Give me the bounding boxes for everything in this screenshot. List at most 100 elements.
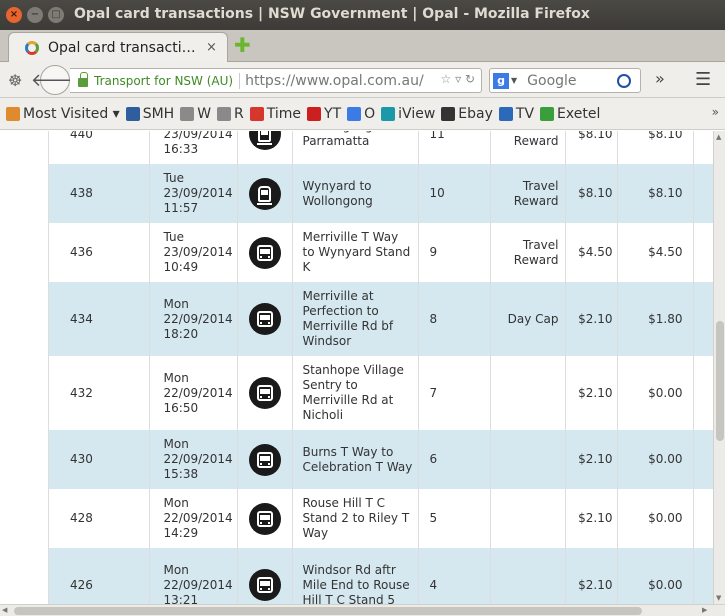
horizontal-scroll-thumb[interactable] xyxy=(14,607,642,615)
search-input[interactable] xyxy=(527,72,614,89)
bookmarks-overflow-icon[interactable]: » xyxy=(712,105,719,119)
location-line: Windsor Rd aftr xyxy=(302,562,396,577)
bookmark-label: R xyxy=(234,105,244,122)
scroll-left-icon[interactable]: ◀ xyxy=(2,606,7,614)
location-line: Stand 2 to Riley T xyxy=(302,511,410,525)
new-tab-plus-icon[interactable]: ✚ xyxy=(234,35,251,55)
bookmark-youtube[interactable]: YT xyxy=(307,106,341,122)
bookmark-r[interactable]: R xyxy=(217,106,244,122)
transaction-location: Stanhope Village Sentry to Merriville Rd a… xyxy=(292,356,419,430)
google-engine-icon[interactable]: g xyxy=(493,72,509,89)
menu-icon[interactable]: ☰ xyxy=(695,69,711,90)
bookmark-star-dropdown-icon[interactable]: ☆ ▿ ↻ xyxy=(441,72,475,86)
transaction-day: Mon xyxy=(163,437,189,451)
transaction-discount: TravelReward xyxy=(490,223,566,282)
table-row: 440 Tue23/09/201416:33 Wollongong toParram… xyxy=(49,131,713,164)
transaction-time: 16:33 xyxy=(163,141,199,156)
transaction-time: 15:38 xyxy=(163,467,199,481)
window-close-button[interactable]: × xyxy=(6,7,22,23)
bookmark-ebay[interactable]: Ebay xyxy=(441,106,493,122)
transaction-amount: $0.00 xyxy=(617,430,694,489)
page-content: 440Tue23/09/201416:33Wollongong toParram… xyxy=(0,131,713,604)
location-line: Merriville T Way xyxy=(302,230,399,244)
w-icon xyxy=(180,106,195,121)
bus-mode-icon xyxy=(248,236,281,269)
tv-icon xyxy=(498,106,513,121)
transaction-date: Mon 22/09/2014 13:21 xyxy=(149,548,238,604)
location-line: Mile End to Rouse xyxy=(302,577,410,592)
transaction-day: Tue xyxy=(163,171,185,185)
url-text[interactable]: https://www.opal.com.au/ xyxy=(245,73,424,89)
search-icon[interactable] xyxy=(617,73,632,88)
table-row: 426 Mon 22/09/2014 13:21 Windsor Rd aftr Mile… xyxy=(49,548,713,604)
bookmark-o[interactable]: O xyxy=(347,106,375,122)
transaction-location: Merriville at Perfection to Merriville Rd … xyxy=(292,282,419,356)
fare-text: $8.10 xyxy=(578,186,613,200)
navigation-toolbar: ☸ 🡐 Transport for NSW (AU) https://www.o… xyxy=(0,62,725,98)
horizontal-scrollbar[interactable]: ◀ ▶ xyxy=(0,604,725,616)
scroll-down-icon[interactable]: ▼ xyxy=(716,594,721,602)
tab-opal-transactions[interactable]: Opal card transacti… × xyxy=(8,32,228,62)
transaction-mode xyxy=(237,282,293,356)
search-bar[interactable]: g ▼ xyxy=(489,68,641,93)
bookmark-w[interactable]: W xyxy=(180,106,211,122)
transaction-date: Tue 23/09/2014 10:49 xyxy=(149,223,238,282)
vertical-scroll-thumb[interactable] xyxy=(716,321,724,441)
smh-icon xyxy=(125,106,140,121)
bus-mode-icon xyxy=(248,303,281,335)
transaction-number: 434 xyxy=(49,282,150,356)
transaction-number-text: 440 xyxy=(70,131,93,141)
amount-text: $8.10 xyxy=(648,186,683,200)
window-maximize-button[interactable]: □ xyxy=(48,7,64,23)
location-line: Merriville at xyxy=(302,289,374,303)
transaction-time: 14:29 xyxy=(163,526,199,540)
bookmarks-toolbar: Most Visited ▾ SMH W R Time YT OiView Ebay TV Exe… xyxy=(0,98,725,130)
table-row: 430 Mon 22/09/2014 15:38 Burns T Way to Celeb… xyxy=(49,430,713,489)
vertical-scrollbar[interactable]: ▲ ▼ xyxy=(713,131,725,604)
site-identity-label[interactable]: Transport for NSW (AU) xyxy=(94,74,233,88)
fare-text: $2.10 xyxy=(578,577,613,592)
transaction-date: Mon 22/09/2014 14:29 xyxy=(149,489,238,548)
location-line: Stanhope Village xyxy=(302,363,404,377)
transaction-mode xyxy=(237,223,293,282)
journey-number-text: 9 xyxy=(429,245,438,259)
amount-text: $0.00 xyxy=(648,385,683,400)
transaction-time: 18:20 xyxy=(163,326,199,341)
transaction-number-text: 432 xyxy=(70,385,93,400)
journey-number: 7 xyxy=(418,356,491,430)
tab-close-icon[interactable]: × xyxy=(206,40,217,55)
transaction-amount: $0.00 xyxy=(617,548,694,604)
bookmark-time[interactable]: Time xyxy=(249,106,301,122)
location-line: Way xyxy=(302,526,329,540)
scroll-up-icon[interactable]: ▲ xyxy=(716,133,721,141)
bookmark-most-visited[interactable]: Most Visited ▾ xyxy=(6,106,120,122)
location-line: Rouse Hill T C xyxy=(302,496,386,510)
table-row: 438 Tue 23/09/2014 11:57 Wynyard to Wollongon… xyxy=(49,164,713,223)
transaction-fare: $2.10 xyxy=(565,548,618,604)
window-minimize-button[interactable]: − xyxy=(27,7,43,23)
transaction-date-text: 23/09/2014 xyxy=(163,186,233,200)
bookmark-smh[interactable]: SMH xyxy=(125,106,174,122)
overflow-chevron-icon[interactable]: » xyxy=(655,69,665,88)
bookmark-iview[interactable]: iView xyxy=(381,106,435,122)
location-line: K xyxy=(302,260,311,274)
journey-number-text: 8 xyxy=(429,311,438,326)
window-titlebar: × − □ Opal card transactions | NSW Gover… xyxy=(0,0,725,30)
transaction-amount: $1.80 xyxy=(617,282,694,356)
scroll-right-icon[interactable]: ▶ xyxy=(702,606,707,614)
transaction-date-text: 22/09/2014 xyxy=(163,385,233,400)
extra-column xyxy=(693,223,713,282)
bookmark-tv[interactable]: TV xyxy=(498,106,534,122)
url-bar[interactable]: Transport for NSW (AU) https://www.opal.… xyxy=(70,68,482,93)
transaction-location: Windsor Rd aftr Mile End to Rouse Hill T C… xyxy=(292,548,419,604)
back-button[interactable]: 🡐 xyxy=(31,65,79,95)
transaction-date: Mon 22/09/2014 15:38 xyxy=(149,430,238,489)
hamburger-small-icon[interactable]: ☸ xyxy=(8,71,22,90)
transaction-location: Burns T Way to Celebration T Way xyxy=(292,430,419,489)
r-icon xyxy=(217,106,232,121)
opal-favicon-icon xyxy=(25,40,39,55)
bookmark-exetel[interactable]: Exetel xyxy=(540,106,600,122)
location-line: to Wynyard Stand xyxy=(302,245,411,259)
chevron-down-icon[interactable]: ▼ xyxy=(511,76,517,85)
transaction-amount: $0.00 xyxy=(617,356,694,430)
